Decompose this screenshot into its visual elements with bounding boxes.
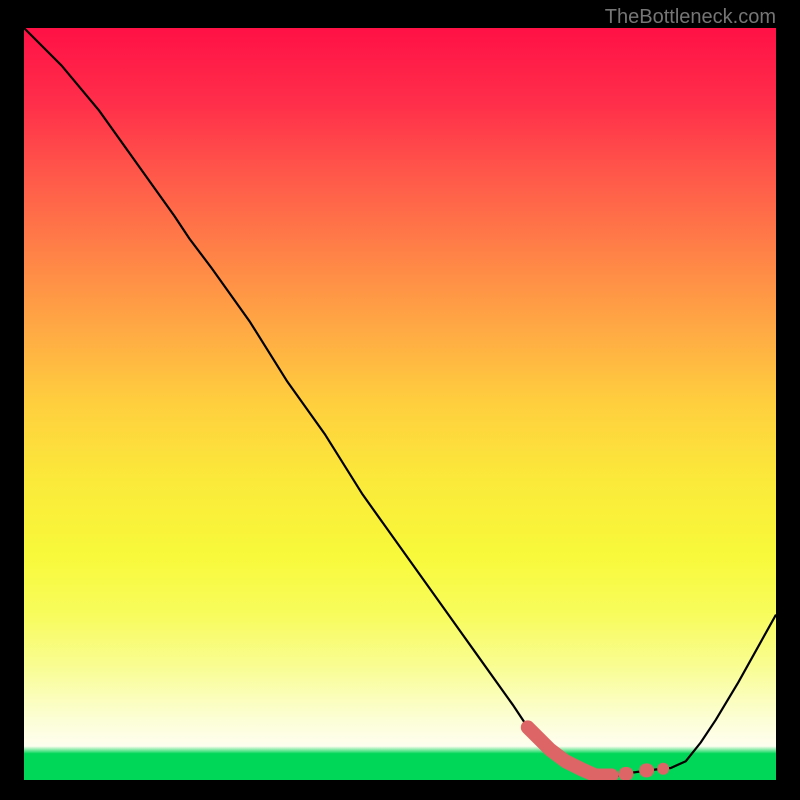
watermark-text: TheBottleneck.com (605, 6, 776, 29)
plot-area (24, 28, 776, 780)
highlight-range (528, 727, 669, 775)
chart-svg (24, 28, 776, 780)
main-curve (24, 28, 776, 776)
chart-container: TheBottleneck.com (0, 0, 800, 800)
